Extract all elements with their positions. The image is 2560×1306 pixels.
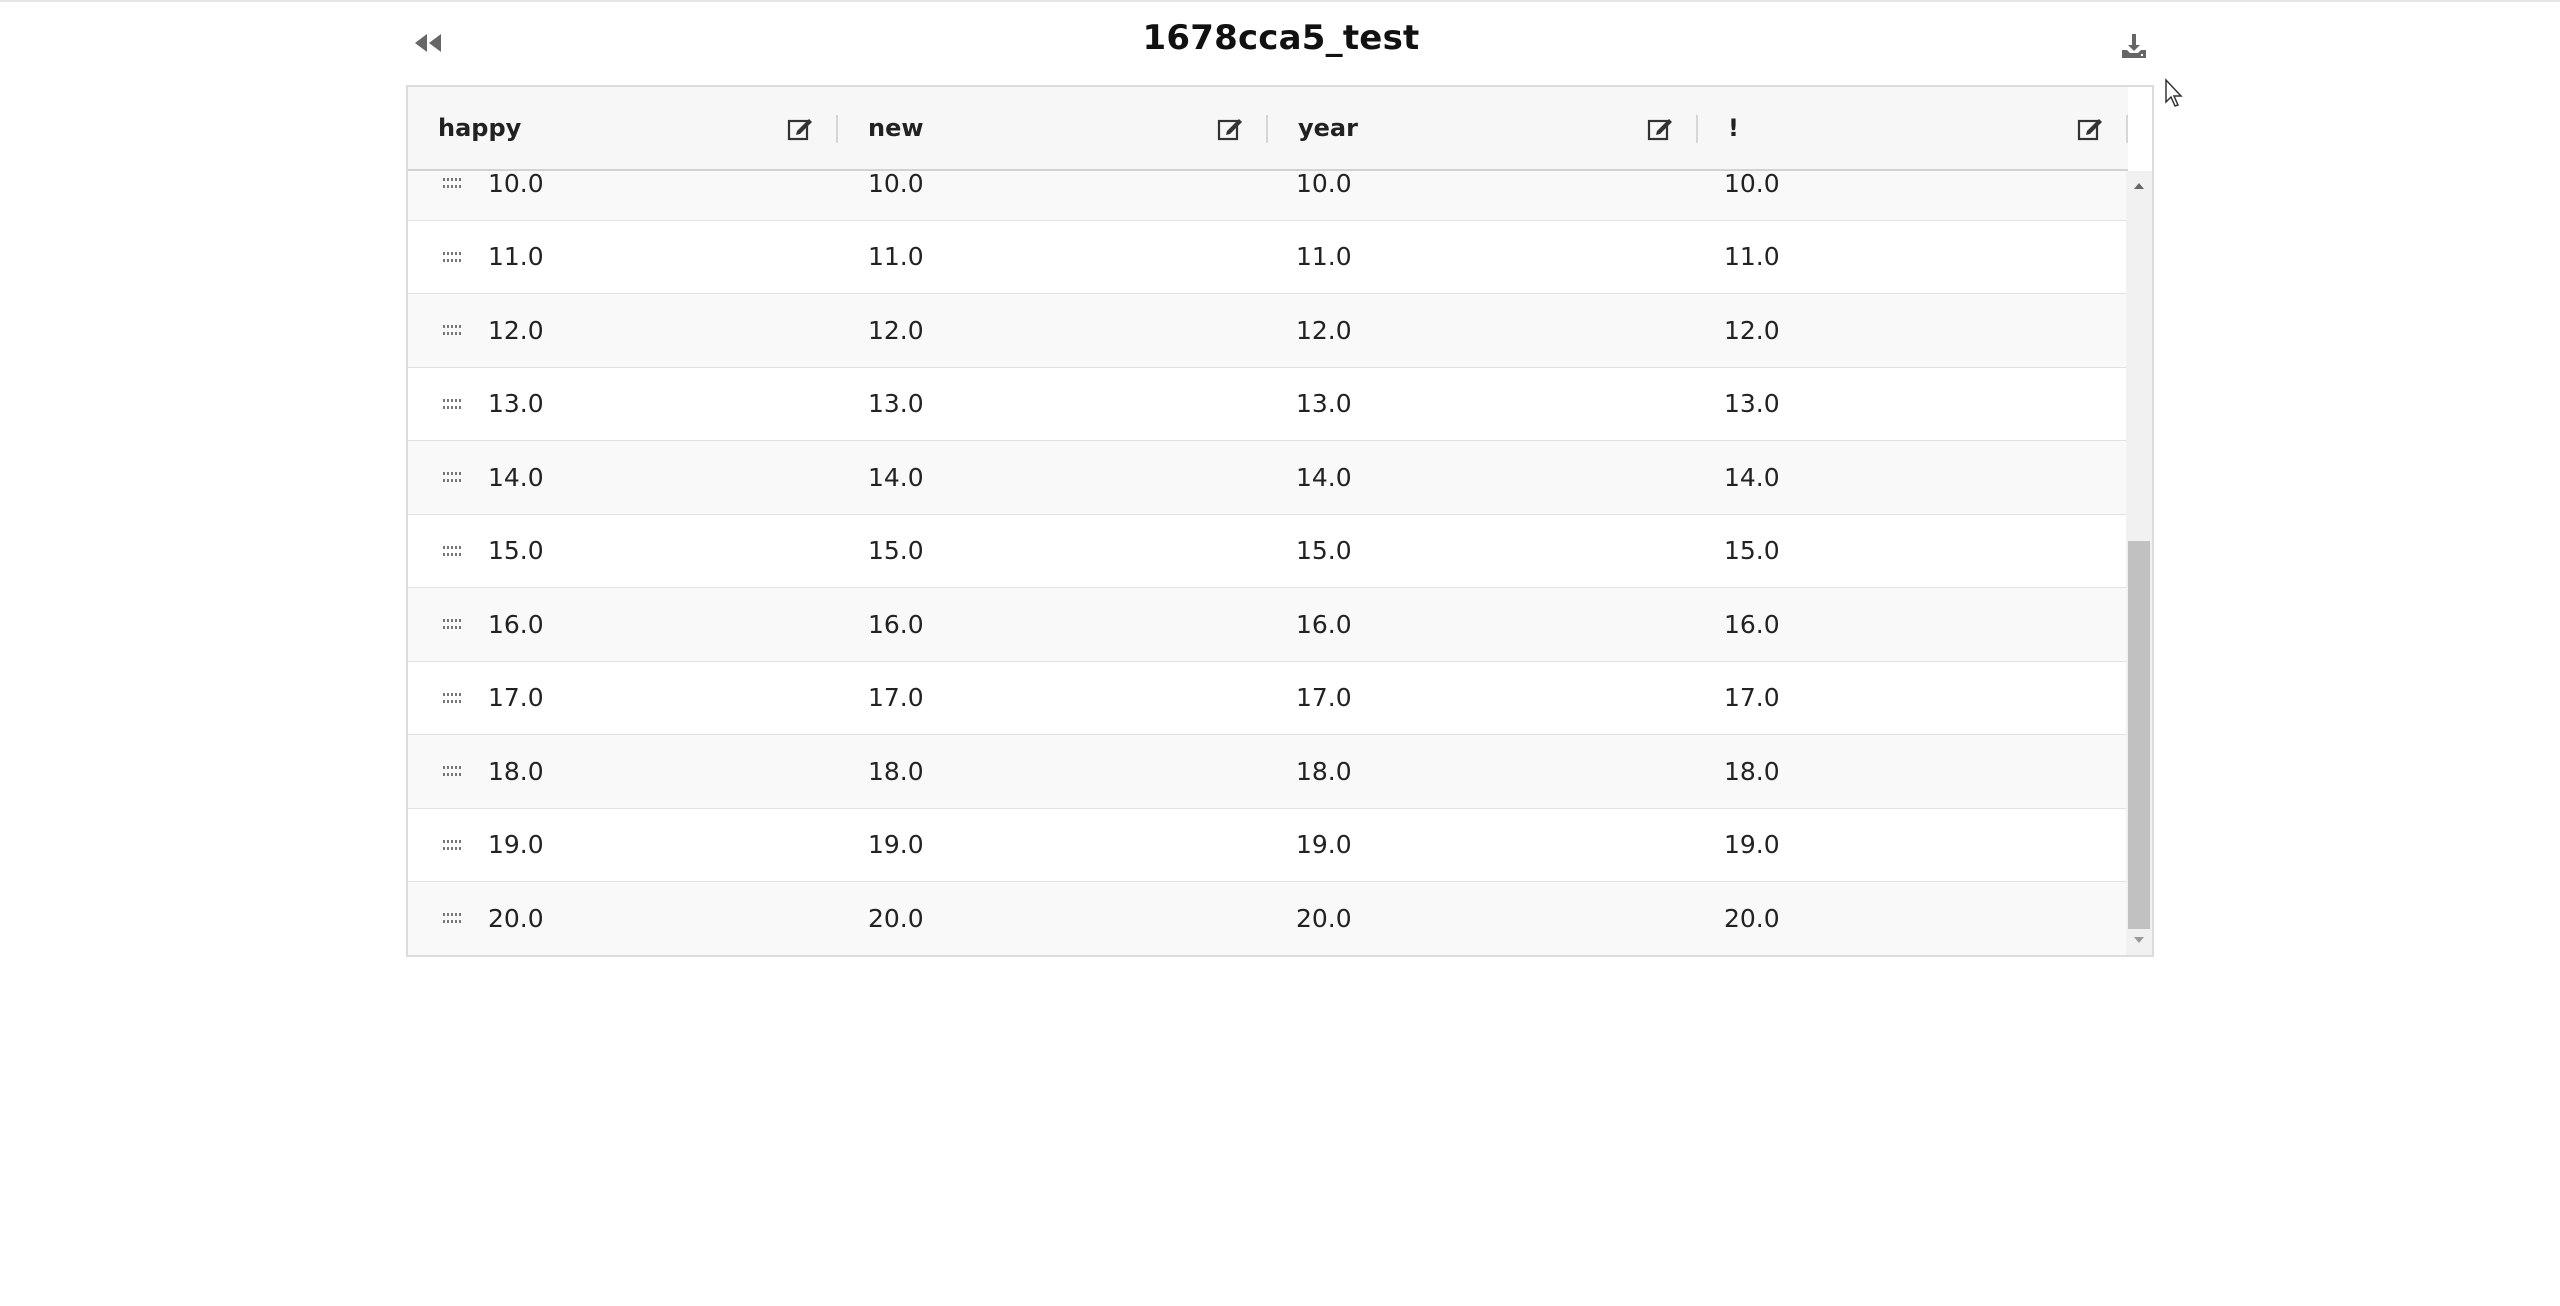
edit-icon[interactable] bbox=[1216, 115, 1244, 143]
table-cell[interactable]: 18.0 bbox=[1296, 757, 1352, 786]
table-cell[interactable]: 16.0 bbox=[1296, 610, 1352, 639]
table-row[interactable]: 10.0 10.0 10.0 10.0 bbox=[408, 171, 2128, 221]
drag-handle-icon[interactable] bbox=[442, 323, 462, 337]
table-cell[interactable]: 11.0 bbox=[1724, 242, 1780, 271]
table-cell[interactable]: 12.0 bbox=[1296, 316, 1352, 345]
drag-handle-icon[interactable] bbox=[442, 176, 462, 190]
table-header: happy new year ! bbox=[408, 87, 2128, 171]
column-resizer[interactable] bbox=[2126, 115, 2128, 143]
table-row[interactable]: 11.0 11.0 11.0 11.0 bbox=[408, 220, 2128, 294]
scroll-down-button[interactable] bbox=[2126, 929, 2152, 951]
table-row[interactable]: 16.0 16.0 16.0 16.0 bbox=[408, 588, 2128, 662]
table-cell[interactable]: 15.0 bbox=[1296, 536, 1352, 565]
table-body[interactable]: 10.0 10.0 10.0 10.0 11.0 11.0 11.0 11.0 … bbox=[408, 171, 2128, 955]
table-cell[interactable]: 19.0 bbox=[488, 830, 544, 859]
drag-handle-icon[interactable] bbox=[442, 397, 462, 411]
table-cell[interactable]: 13.0 bbox=[1296, 389, 1352, 418]
table-cell[interactable]: 12.0 bbox=[488, 316, 544, 345]
table-row[interactable]: 13.0 13.0 13.0 13.0 bbox=[408, 367, 2128, 441]
table-cell[interactable]: 12.0 bbox=[1724, 316, 1780, 345]
drag-handle-icon[interactable] bbox=[442, 691, 462, 705]
caret-down-icon bbox=[2134, 937, 2144, 943]
table-cell[interactable]: 20.0 bbox=[488, 904, 544, 933]
top-bar: 1678cca5_test bbox=[406, 10, 2156, 80]
top-divider bbox=[0, 0, 2560, 2]
table-cell[interactable]: 19.0 bbox=[1724, 830, 1780, 859]
table-cell[interactable]: 16.0 bbox=[488, 610, 544, 639]
table-cell[interactable]: 17.0 bbox=[488, 683, 544, 712]
table-cell[interactable]: 13.0 bbox=[868, 389, 924, 418]
page-title: 1678cca5_test bbox=[1142, 18, 1420, 58]
table-cell[interactable]: 15.0 bbox=[488, 536, 544, 565]
table-row[interactable]: 14.0 14.0 14.0 14.0 bbox=[408, 441, 2128, 515]
table-cell[interactable]: 14.0 bbox=[488, 463, 544, 492]
data-table: happy new year ! 10.0 10.0 10.0 10.0 11.… bbox=[406, 85, 2154, 957]
drag-handle-icon[interactable] bbox=[442, 617, 462, 631]
table-cell[interactable]: 18.0 bbox=[868, 757, 924, 786]
table-cell[interactable]: 10.0 bbox=[868, 171, 924, 198]
table-cell[interactable]: 20.0 bbox=[868, 904, 924, 933]
table-row[interactable]: 20.0 20.0 20.0 20.0 bbox=[408, 882, 2128, 955]
column-header-happy[interactable]: happy bbox=[408, 87, 838, 169]
column-header-label: year bbox=[1298, 114, 1358, 142]
table-row[interactable]: 12.0 12.0 12.0 12.0 bbox=[408, 294, 2128, 368]
table-cell[interactable]: 16.0 bbox=[868, 610, 924, 639]
table-cell[interactable]: 17.0 bbox=[868, 683, 924, 712]
table-cell[interactable]: 18.0 bbox=[488, 757, 544, 786]
edit-icon[interactable] bbox=[1646, 115, 1674, 143]
table-cell[interactable]: 10.0 bbox=[488, 171, 544, 198]
table-cell[interactable]: 11.0 bbox=[868, 242, 924, 271]
download-icon bbox=[2122, 34, 2146, 58]
caret-up-icon bbox=[2134, 183, 2144, 189]
table-cell[interactable]: 14.0 bbox=[1296, 463, 1352, 492]
table-cell[interactable]: 16.0 bbox=[1724, 610, 1780, 639]
table-row[interactable]: 19.0 19.0 19.0 19.0 bbox=[408, 808, 2128, 882]
column-header-exclamation[interactable]: ! bbox=[1698, 87, 2128, 169]
column-header-new[interactable]: new bbox=[838, 87, 1268, 169]
table-row[interactable]: 18.0 18.0 18.0 18.0 bbox=[408, 735, 2128, 809]
table-rows: 10.0 10.0 10.0 10.0 11.0 11.0 11.0 11.0 … bbox=[408, 171, 2128, 955]
table-cell[interactable]: 14.0 bbox=[868, 463, 924, 492]
table-cell[interactable]: 13.0 bbox=[488, 389, 544, 418]
column-header-label: ! bbox=[1728, 114, 1739, 142]
drag-handle-icon[interactable] bbox=[442, 250, 462, 264]
table-cell[interactable]: 11.0 bbox=[488, 242, 544, 271]
table-cell[interactable]: 15.0 bbox=[1724, 536, 1780, 565]
drag-handle-icon[interactable] bbox=[442, 764, 462, 778]
column-header-label: happy bbox=[438, 114, 522, 142]
table-cell[interactable]: 17.0 bbox=[1296, 683, 1352, 712]
column-header-label: new bbox=[868, 114, 924, 142]
scroll-up-button[interactable] bbox=[2126, 175, 2152, 197]
scroll-thumb[interactable] bbox=[2128, 541, 2150, 929]
table-cell[interactable]: 19.0 bbox=[1296, 830, 1352, 859]
table-row[interactable]: 15.0 15.0 15.0 15.0 bbox=[408, 514, 2128, 588]
drag-handle-icon[interactable] bbox=[442, 470, 462, 484]
table-cell[interactable]: 18.0 bbox=[1724, 757, 1780, 786]
mouse-cursor-icon bbox=[2165, 78, 2183, 107]
table-row[interactable]: 17.0 17.0 17.0 17.0 bbox=[408, 661, 2128, 735]
drag-handle-icon[interactable] bbox=[442, 544, 462, 558]
table-cell[interactable]: 19.0 bbox=[868, 830, 924, 859]
table-cell[interactable]: 15.0 bbox=[868, 536, 924, 565]
column-header-year[interactable]: year bbox=[1268, 87, 1698, 169]
drag-handle-icon[interactable] bbox=[442, 911, 462, 925]
table-cell[interactable]: 10.0 bbox=[1296, 171, 1352, 198]
table-cell[interactable]: 17.0 bbox=[1724, 683, 1780, 712]
edit-icon[interactable] bbox=[2076, 115, 2104, 143]
table-cell[interactable]: 14.0 bbox=[1724, 463, 1780, 492]
vertical-scrollbar[interactable] bbox=[2126, 171, 2152, 955]
table-cell[interactable]: 11.0 bbox=[1296, 242, 1352, 271]
table-cell[interactable]: 20.0 bbox=[1296, 904, 1352, 933]
download-button[interactable] bbox=[2112, 24, 2156, 68]
edit-icon[interactable] bbox=[786, 115, 814, 143]
table-cell[interactable]: 12.0 bbox=[868, 316, 924, 345]
table-cell[interactable]: 10.0 bbox=[1724, 171, 1780, 198]
table-cell[interactable]: 20.0 bbox=[1724, 904, 1780, 933]
table-cell[interactable]: 13.0 bbox=[1724, 389, 1780, 418]
drag-handle-icon[interactable] bbox=[442, 838, 462, 852]
